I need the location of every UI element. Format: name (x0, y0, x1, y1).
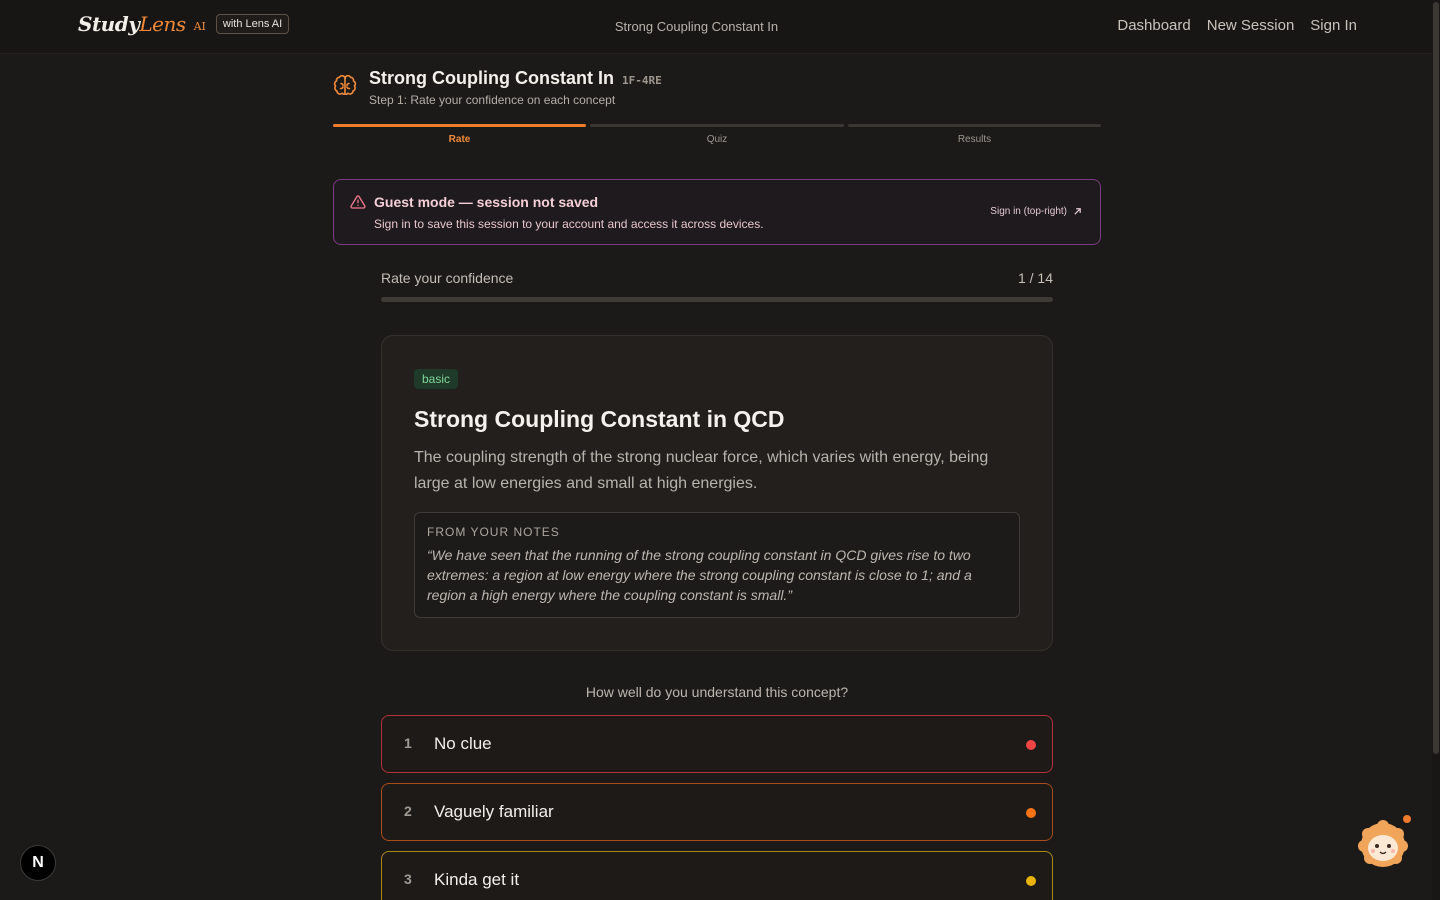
guest-mode-banner: Guest mode — session not saved Sign in t… (333, 179, 1101, 245)
option-number: 2 (404, 803, 412, 819)
step-rate-label: Rate (448, 134, 471, 145)
session-code: 1F-4RE (621, 74, 662, 87)
sign-in-link-label: Sign in (top-right) (990, 206, 1067, 217)
nav-link-new-session[interactable]: New Session (1207, 17, 1295, 34)
option-color-dot (1026, 740, 1036, 750)
confidence-option-no-clue[interactable]: 1 No clue (381, 715, 1053, 773)
step-rate: Rate (333, 124, 586, 148)
notes-quote: “We have seen that the running of the st… (427, 547, 972, 603)
nav-link-dashboard[interactable]: Dashboard (1117, 17, 1190, 34)
banner-text: Sign in to save this session to your acc… (374, 217, 764, 231)
nav-link-sign-in[interactable]: Sign In (1310, 17, 1357, 34)
brain-icon (333, 75, 357, 95)
step-quiz-label: Quiz (706, 134, 728, 145)
option-number: 1 (404, 735, 412, 751)
dev-tools-button[interactable]: N (20, 845, 56, 881)
step-results-bar (848, 124, 1101, 127)
top-nav: Study Lens AI with Lens AI Strong Coupli… (0, 0, 1440, 54)
option-label: No clue (434, 734, 492, 753)
step-progress: Rate Quiz Results (333, 124, 1101, 148)
page-subtitle: Step 1: Rate your confidence on each con… (369, 93, 616, 107)
confidence-option-vaguely-familiar[interactable]: 2 Vaguely familiar (381, 783, 1053, 841)
page-title: Strong Coupling Constant In (369, 68, 614, 88)
option-color-dot (1026, 808, 1036, 818)
progress-track (381, 297, 1053, 302)
option-number: 3 (404, 871, 412, 887)
notes-excerpt: FROM YOUR NOTES “We have seen that the r… (414, 512, 1020, 618)
concept-title: Strong Coupling Constant in QCD (414, 406, 785, 432)
option-color-dot (1026, 876, 1036, 886)
option-label: Kinda get it (434, 870, 520, 889)
step-rate-bar (333, 124, 586, 127)
sign-in-link[interactable]: Sign in (top-right) (990, 206, 1082, 217)
step-results-label: Results (957, 134, 992, 145)
progress-label: Rate your confidence (381, 270, 514, 286)
notification-dot (1403, 815, 1411, 823)
title-row: Strong Coupling Constant In 1F-4RE (369, 68, 662, 89)
nav-links: Dashboard New Session Sign In (1117, 17, 1357, 34)
page-scrollbar[interactable] (1432, 0, 1440, 900)
progress-count: 1 / 14 (1017, 270, 1053, 286)
arrow-up-right-icon (1074, 208, 1081, 215)
scrollbar-thumb[interactable] (1433, 2, 1439, 754)
warning-icon (350, 195, 366, 209)
confidence-question: How well do you understand this concept? (585, 684, 849, 700)
concept-description: The coupling strength of the strong nucl… (414, 449, 989, 492)
mascot-icon[interactable] (1358, 820, 1408, 868)
step-quiz-bar (590, 124, 844, 127)
banner-title: Guest mode — session not saved (374, 194, 599, 210)
difficulty-badge: basic (414, 369, 459, 389)
step-results: Results (848, 124, 1101, 148)
concept-card: basic Strong Coupling Constant in QCD Th… (381, 335, 1053, 651)
option-label: Vaguely familiar (434, 802, 554, 821)
confidence-option-kinda-get-it[interactable]: 3 Kinda get it (381, 851, 1053, 900)
n-logo-icon: N (32, 854, 44, 871)
notes-label: FROM YOUR NOTES (427, 525, 560, 539)
step-quiz: Quiz (590, 124, 844, 148)
rating-progress: Rate your confidence 1 / 14 (381, 270, 1053, 302)
